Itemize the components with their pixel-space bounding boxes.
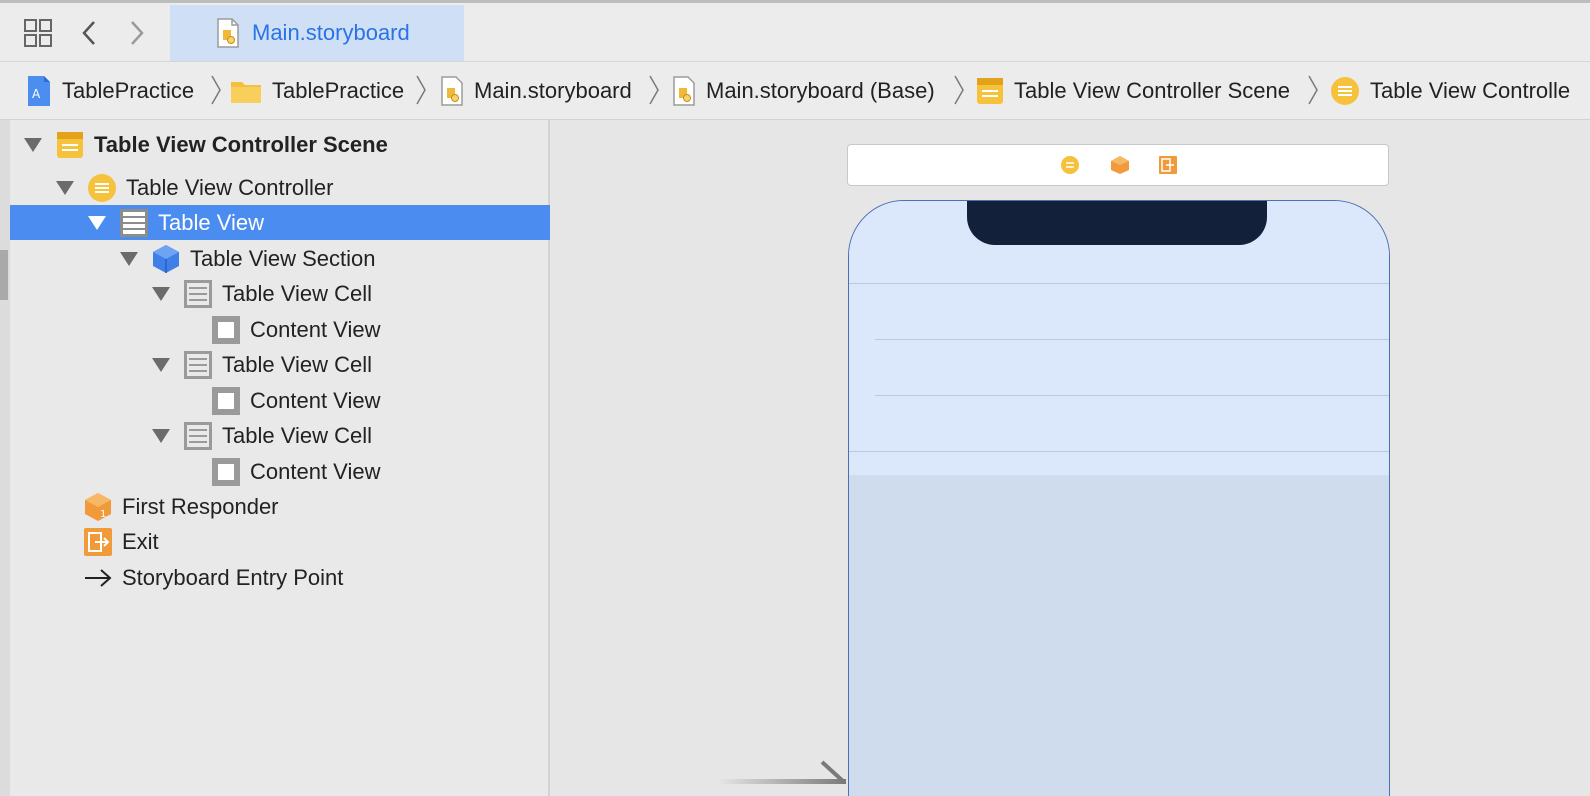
disclosure-triangle-icon[interactable] [152, 428, 170, 443]
outline-item-label: Table View [158, 209, 264, 235]
outline-item-exit[interactable]: Exit [10, 524, 620, 559]
content-view-icon [210, 456, 242, 488]
outline-item-table-view[interactable]: Table View [10, 205, 626, 240]
outline-item-label: First Responder [122, 493, 279, 519]
outline-item-label: Content View [250, 458, 381, 484]
content-view-icon [210, 314, 242, 346]
disclosure-triangle-icon[interactable] [88, 215, 106, 230]
xcode-project-icon: A [26, 75, 52, 107]
breadcrumb-separator-icon [1308, 75, 1318, 105]
breadcrumb-item-folder[interactable]: TablePractice [230, 62, 404, 119]
outline-item-label: Table View Controller Scene [94, 131, 388, 157]
outline-item-label: Content View [250, 387, 381, 413]
breadcrumb-item-scene[interactable]: Table View Controller Scene [976, 62, 1290, 119]
exit-icon [82, 526, 114, 558]
arrow-right-icon [82, 562, 114, 594]
tab-label: Main.storyboard [252, 20, 410, 45]
cube-icon [150, 243, 182, 275]
outline-item-label: Table View Cell [222, 351, 373, 377]
storyboard-file-icon [216, 18, 240, 48]
disclosure-triangle-icon[interactable] [152, 357, 170, 372]
storyboard-file-icon [440, 75, 464, 106]
breadcrumb-item-storyboard-base[interactable]: Main.storyboard (Base) [672, 62, 935, 119]
outline-item-view-controller[interactable]: Table View Controller [10, 170, 594, 205]
table-cell-icon [182, 278, 214, 310]
outline-item-entry-point[interactable]: Storyboard Entry Point [10, 560, 620, 595]
breadcrumb-separator-icon [954, 75, 964, 105]
sidebar-gutter [0, 120, 10, 796]
first-responder-icon[interactable] [1110, 155, 1130, 175]
scene-icon [976, 77, 1004, 105]
outline-item-label: Table View Cell [222, 280, 373, 306]
back-chevron-icon[interactable] [72, 15, 108, 51]
outline-item-label: Content View [250, 316, 381, 342]
svg-text:A: A [32, 87, 41, 101]
breadcrumb-label: Main.storyboard [474, 77, 632, 103]
tab-bar: Main.storyboard [0, 3, 1590, 62]
breadcrumb-item-project[interactable]: A TablePractice [26, 62, 194, 119]
breadcrumb-separator-icon [416, 75, 426, 105]
breadcrumb-label: TablePractice [272, 77, 405, 103]
breadcrumb-item-storyboard[interactable]: Main.storyboard [440, 62, 632, 119]
table-view-icon [118, 207, 150, 239]
view-controller-icon[interactable] [1060, 155, 1080, 175]
breadcrumb-separator-icon [649, 75, 659, 105]
exit-icon[interactable] [1158, 155, 1178, 175]
breadcrumb: A TablePractice TablePractice Main.story… [0, 62, 1590, 120]
disclosure-triangle-icon[interactable] [56, 180, 74, 195]
iphone-scene-frame[interactable] [848, 200, 1390, 796]
entry-point-arrow-icon[interactable] [718, 754, 850, 796]
breadcrumb-label: Table View Controller Scene [1014, 77, 1290, 103]
scene-icon [54, 129, 86, 161]
outline-item-label: Table View Section [190, 245, 376, 271]
document-outline: Table View Controller Scene Table View C… [10, 120, 626, 796]
outline-item-label: Table View Controller [126, 174, 334, 200]
scene-dock [847, 144, 1389, 186]
table-row-separator [875, 395, 1389, 396]
table-cell-icon [182, 420, 214, 452]
grid-icon[interactable] [20, 15, 56, 51]
svg-text:1: 1 [100, 509, 106, 520]
disclosure-triangle-icon[interactable] [24, 137, 42, 152]
content-view-icon [210, 385, 242, 417]
breadcrumb-label: TablePractice [62, 77, 195, 103]
folder-icon [230, 78, 262, 104]
storyboard-file-icon [672, 75, 696, 106]
breadcrumb-item-view-controller[interactable]: Table View Controlle [1330, 62, 1570, 119]
outline-item-label: Storyboard Entry Point [122, 564, 344, 590]
breadcrumb-label: Main.storyboard (Base) [706, 77, 935, 103]
view-controller-icon [86, 172, 118, 204]
storyboard-canvas[interactable] [550, 120, 1590, 796]
view-controller-icon [1330, 76, 1360, 106]
table-row-separator [849, 283, 1389, 284]
outline-item-label: Table View Cell [222, 422, 373, 448]
breadcrumb-label: Table View Controlle [1370, 77, 1571, 103]
breadcrumb-separator-icon [211, 75, 221, 105]
forward-chevron-icon[interactable] [118, 15, 154, 51]
first-responder-icon: 1 [82, 491, 114, 523]
table-row-separator [849, 451, 1389, 452]
outline-item-first-responder[interactable]: 1 First Responder [10, 489, 620, 524]
disclosure-triangle-icon[interactable] [152, 286, 170, 301]
outline-item-scene[interactable]: Table View Controller Scene [10, 127, 562, 162]
tab-main-storyboard[interactable]: Main.storyboard [170, 5, 464, 61]
table-row-separator [875, 339, 1389, 340]
table-cell-icon [182, 349, 214, 381]
device-notch [967, 201, 1267, 245]
disclosure-triangle-icon[interactable] [120, 251, 138, 266]
outline-item-label: Exit [122, 528, 159, 554]
